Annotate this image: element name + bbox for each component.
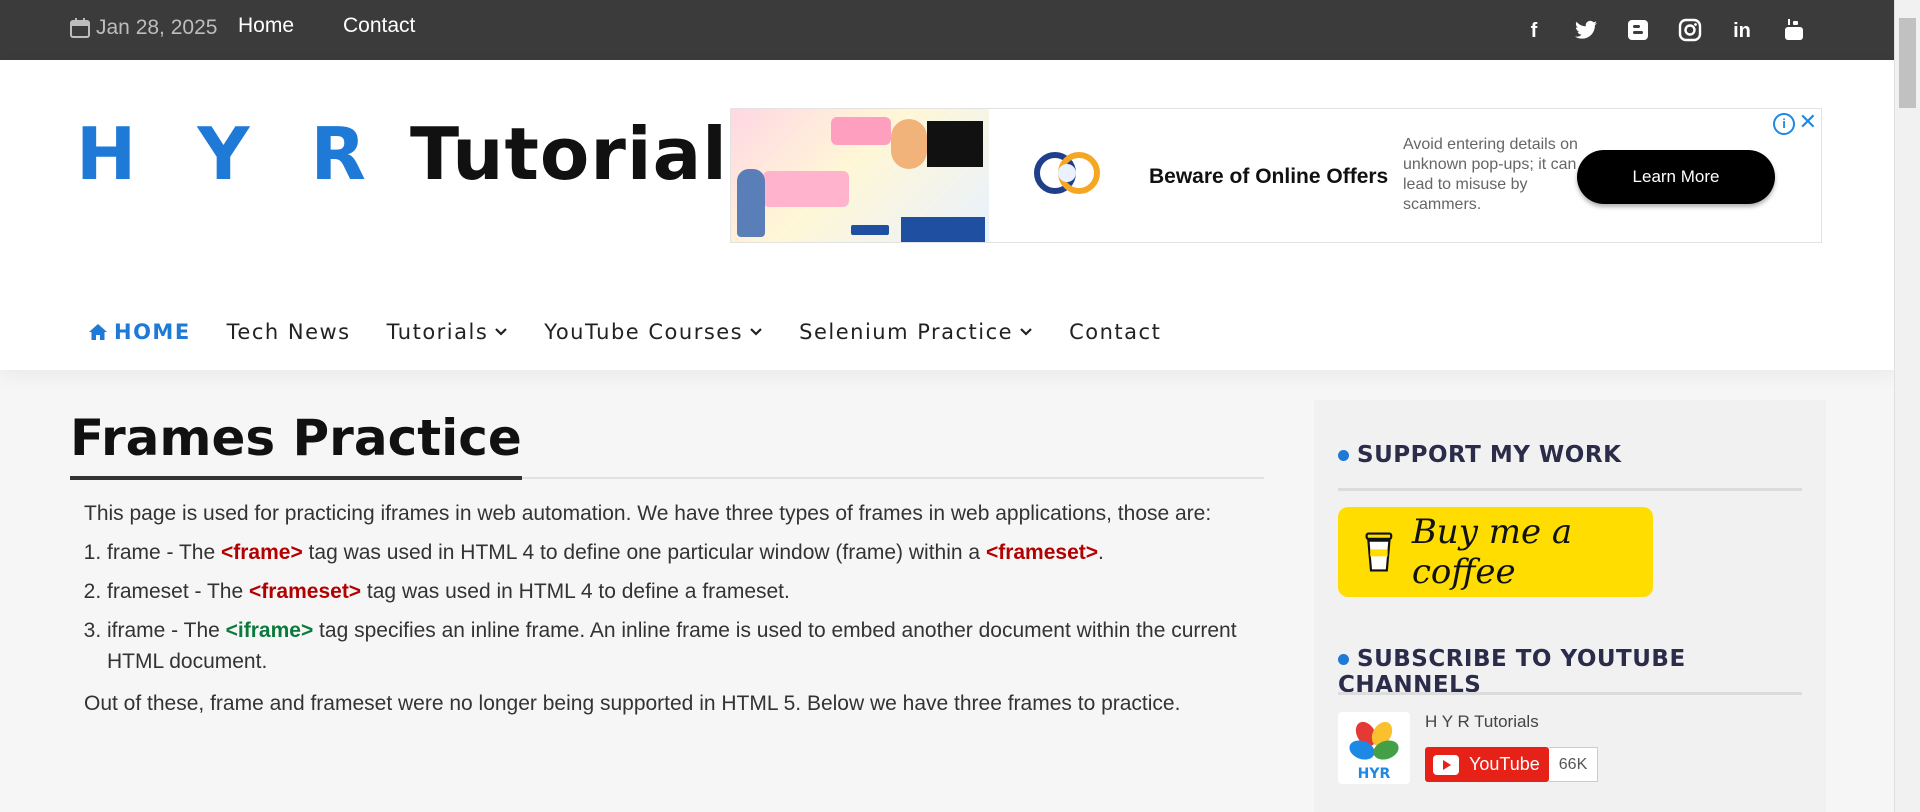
sidebar: SUPPORT MY WORK Buy me a coffee SUBSCRIB… [1314,400,1826,812]
nav-item-youtube-courses[interactable]: YouTube Courses [544,320,763,344]
channel-avatar[interactable]: HYR [1338,712,1410,784]
list-item: frame - The <frame> tag was used in HTML… [107,537,1250,568]
home-icon [89,324,107,340]
date-text: Jan 28, 2025 [96,16,218,39]
main-nav: HOME Tech News Tutorials YouTube Courses… [88,320,1197,344]
chevron-down-icon [750,328,762,336]
support-widget-title: SUPPORT MY WORK [1338,442,1621,468]
frameset-tag: <frameset> [985,541,1099,564]
bmc-label: Buy me a coffee [1411,512,1573,592]
top-link-home[interactable]: Home [238,14,294,38]
top-bar: Jan 28, 2025 Home Contact f in [0,0,1895,60]
subscribe-title-text: SUBSCRIBE TO YOUTUBE CHANNELS [1338,646,1686,698]
nav-home-label: HOME [114,320,191,344]
intro-paragraph: This page is used for practicing iframes… [84,502,1212,525]
facebook-icon[interactable]: f [1521,18,1547,44]
nav-item-selenium-practice[interactable]: Selenium Practice [799,320,1033,344]
youtube-label: YouTube [1469,754,1540,774]
nav-youtube-courses-label: YouTube Courses [544,320,744,344]
nav-tech-news-label: Tech News [226,320,351,344]
nav-item-home[interactable]: HOME [88,320,191,344]
social-links: f in [1521,18,1807,44]
coffee-cup-icon [1365,532,1393,572]
site-logo[interactable]: H Y R Tutorials [76,112,772,196]
nav-item-contact[interactable]: Contact [1069,320,1161,344]
svg-text:HYR: HYR [1358,766,1391,782]
date-display: Jan 28, 2025 [70,16,217,40]
widget-divider [1338,692,1802,695]
ad-close-icon[interactable]: ✕ [1799,109,1817,135]
logo-tutorials: Tutorials [410,112,772,196]
top-link-contact[interactable]: Contact [343,14,415,38]
youtube-subscribe-button[interactable]: YouTube [1425,747,1549,782]
widget-divider [1338,488,1802,491]
frameset-tag: <frameset> [249,580,362,603]
outro-paragraph: Out of these, frame and frameset were no… [84,692,1181,715]
youtube-play-icon [1433,754,1459,775]
list-item-text: frameset - The [107,580,249,603]
ad-headline: Beware of Online Offers [1149,165,1389,188]
list-item-text: iframe - The [107,619,226,642]
bullet-icon [1338,450,1349,461]
frame-tag: <frame> [220,541,303,564]
learn-more-button[interactable]: Learn More [1577,150,1775,204]
linkedin-icon[interactable]: in [1729,18,1755,44]
ad-info-icon[interactable]: i [1773,113,1795,135]
subscribe-widget-title: SUBSCRIBE TO YOUTUBE CHANNELS [1338,646,1826,698]
list-item-text: tag was used in HTML 4 to define one par… [302,541,986,564]
blogger-icon[interactable] [1625,18,1651,44]
twitter-icon[interactable] [1573,18,1599,44]
list-item-text: . [1098,541,1104,564]
iframe-tag: <iframe> [225,619,314,642]
nav-selenium-practice-label: Selenium Practice [799,320,1014,344]
support-title-text: SUPPORT MY WORK [1357,442,1622,468]
list-item: iframe - The <iframe> tag specifies an i… [107,615,1250,677]
nav-contact-label: Contact [1069,320,1162,344]
chevron-down-icon [1020,328,1032,336]
nav-item-tutorials[interactable]: Tutorials [387,320,509,344]
ad-seal-icon [1034,152,1100,194]
list-item: frameset - The <frameset> tag was used i… [107,576,1250,607]
list-item-text: tag was used in HTML 4 to define a frame… [361,580,790,603]
frame-types-list: frame - The <frame> tag was used in HTML… [84,537,1250,677]
main-content: Frames Practice This page is used for pr… [70,410,1264,723]
scrollbar-thumb[interactable] [1899,18,1916,108]
channel-name[interactable]: H Y R Tutorials [1425,712,1539,732]
subscriber-count: 66K [1549,747,1598,782]
nav-tutorials-label: Tutorials [386,320,489,344]
youtube-icon[interactable] [1781,18,1807,44]
instagram-icon[interactable] [1677,18,1703,44]
nav-item-tech-news[interactable]: Tech News [227,320,351,344]
list-item-text: frame - The [107,541,221,564]
ad-banner[interactable]: Beware of Online Offers Avoid entering d… [730,108,1822,243]
site-header: H Y R Tutorials Beware of Online Offers … [0,60,1895,370]
page-title: Frames Practice [70,410,522,480]
calendar-icon [70,18,90,38]
page-scrollbar[interactable] [1894,0,1920,812]
buy-me-a-coffee-button[interactable]: Buy me a coffee [1338,507,1653,597]
logo-hyr: H Y R [76,112,384,196]
ad-image [731,109,989,242]
article-body: This page is used for practicing iframes… [70,479,1264,723]
bullet-icon [1338,654,1349,665]
chevron-down-icon [495,328,508,336]
ad-description: Avoid entering details on unknown pop-up… [1403,136,1578,213]
